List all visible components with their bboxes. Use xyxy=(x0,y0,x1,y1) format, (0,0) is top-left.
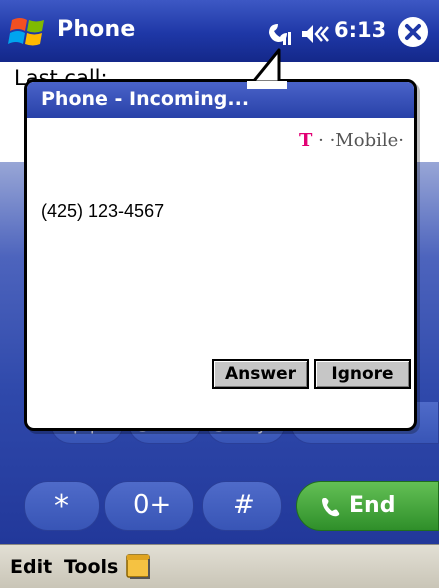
volume-icon[interactable] xyxy=(300,22,330,46)
dialog-header: Phone - Incoming... xyxy=(27,82,414,118)
phone-handset-icon xyxy=(322,498,340,517)
end-label: End xyxy=(349,493,396,518)
menu-bar: Edit Tools xyxy=(0,544,439,588)
end-call-button[interactable]: End xyxy=(296,481,439,531)
key-digit: 0+ xyxy=(133,490,172,520)
key-zero[interactable]: 0+ xyxy=(104,481,194,531)
carrier-logo: T · ·Mobile· xyxy=(299,130,404,151)
dialog-title: Phone - Incoming... xyxy=(41,88,250,110)
incoming-call-dialog: Phone - Incoming... T · ·Mobile· (425) 1… xyxy=(24,79,417,431)
carrier-logo-text: · ·Mobile· xyxy=(312,130,404,151)
caller-number: (425) 123-4567 xyxy=(41,201,165,221)
key-digit: # xyxy=(233,490,255,520)
answer-button[interactable]: Answer xyxy=(212,359,309,389)
close-button[interactable] xyxy=(398,17,428,47)
dialog-pointer xyxy=(247,48,287,89)
key-star[interactable]: * xyxy=(24,481,100,531)
ignore-button[interactable]: Ignore xyxy=(314,359,411,389)
key-hash[interactable]: # xyxy=(202,481,282,531)
input-panel-icon[interactable] xyxy=(124,553,152,581)
key-digit: * xyxy=(54,489,69,524)
title-bar: Phone 6:13 xyxy=(0,0,439,62)
tools-menu[interactable]: Tools xyxy=(64,556,118,578)
edit-menu[interactable]: Edit xyxy=(10,556,52,578)
clock[interactable]: 6:13 xyxy=(334,18,386,42)
close-icon xyxy=(405,24,421,40)
windows-start-icon[interactable] xyxy=(8,14,48,50)
carrier-logo-t: T xyxy=(299,130,313,151)
app-title: Phone xyxy=(57,17,136,42)
